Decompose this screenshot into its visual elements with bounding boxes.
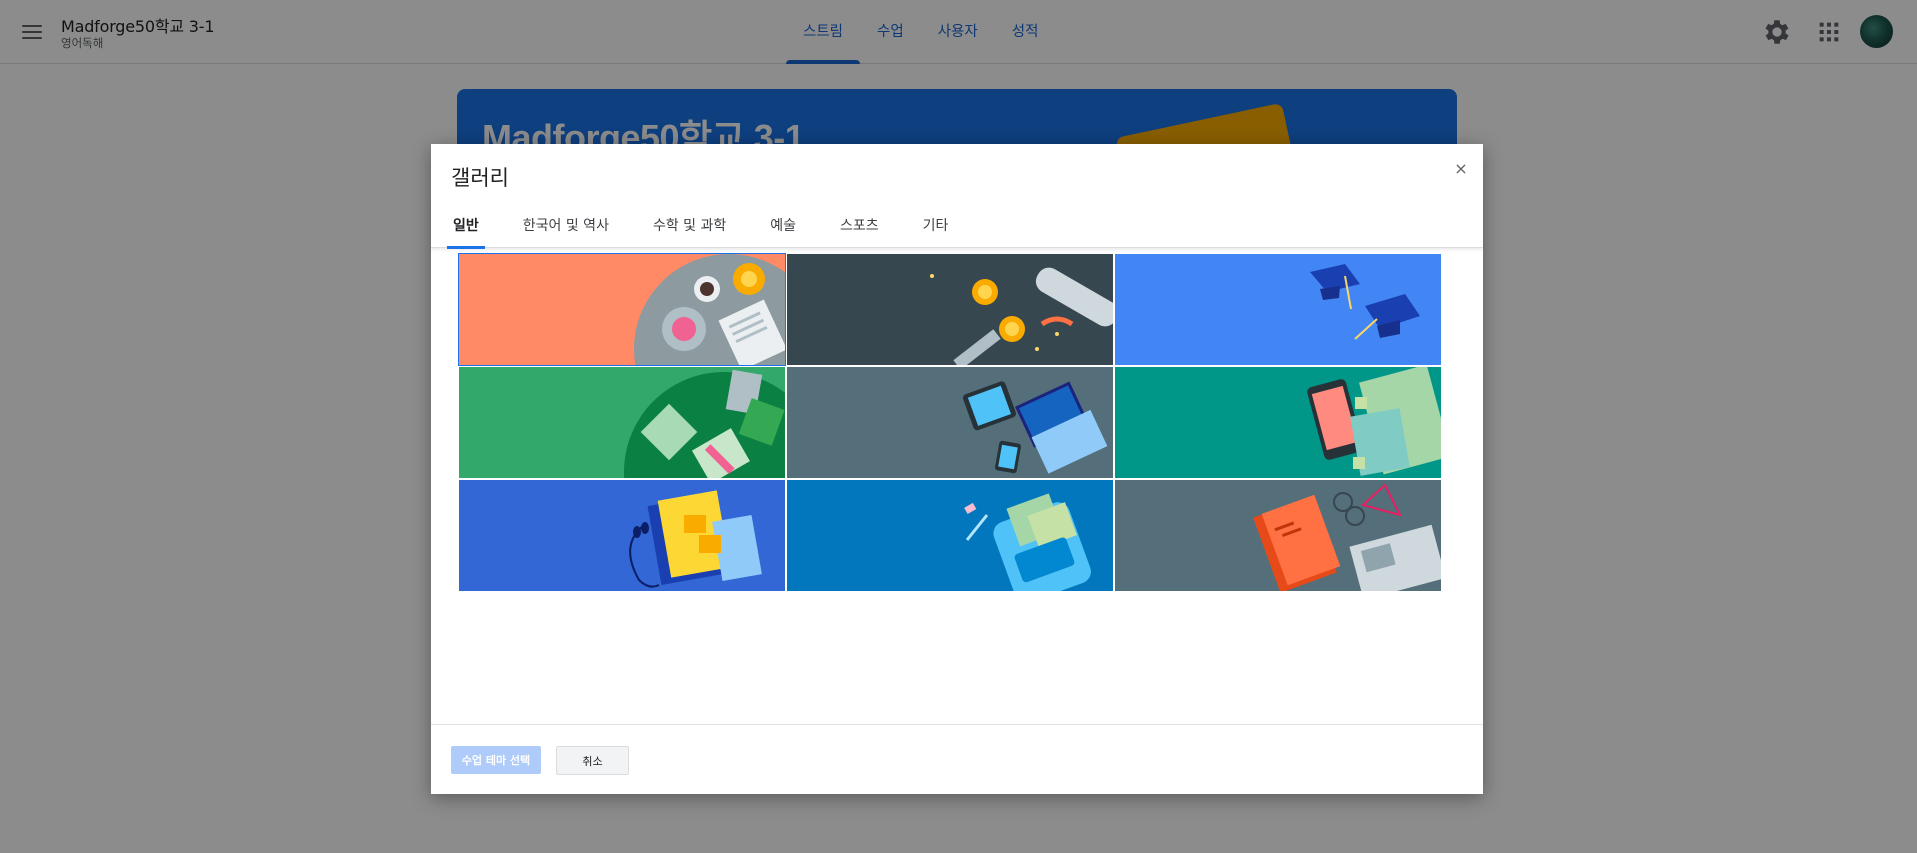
theme-graduation-caps[interactable] [1115,254,1441,365]
theme-diploma[interactable] [787,254,1113,365]
tab-other[interactable]: 기타 [917,202,955,248]
select-theme-button[interactable]: 수업 테마 선택 [451,746,541,774]
theme-book-glasses[interactable] [1115,480,1441,591]
theme-backpack[interactable] [787,480,1113,591]
theme-grid [458,253,1442,591]
gallery-tabs: 일반 한국어 및 역사 수학 및 과학 예술 스포츠 기타 [431,202,1483,249]
theme-phone-notes[interactable] [1115,367,1441,478]
dialog-footer: 수업 테마 선택 취소 [431,724,1483,794]
theme-headphones-book[interactable] [459,480,785,591]
gallery-dialog: 갤러리 × 일반 한국어 및 역사 수학 및 과학 예술 스포츠 기타 수업 테… [431,144,1483,794]
close-icon[interactable]: × [1451,158,1471,178]
dialog-title: 갤러리 [451,166,509,190]
theme-laptop[interactable] [787,367,1113,478]
tab-korean-history[interactable]: 한국어 및 역사 [517,202,615,248]
tab-arts[interactable]: 예술 [764,202,802,248]
tab-sports[interactable]: 스포츠 [834,202,885,248]
theme-notebooks[interactable] [459,367,785,478]
tab-math-science[interactable]: 수학 및 과학 [647,202,732,248]
cancel-button[interactable]: 취소 [556,746,629,775]
theme-breakfast[interactable] [458,253,786,366]
tab-general[interactable]: 일반 [447,202,485,249]
